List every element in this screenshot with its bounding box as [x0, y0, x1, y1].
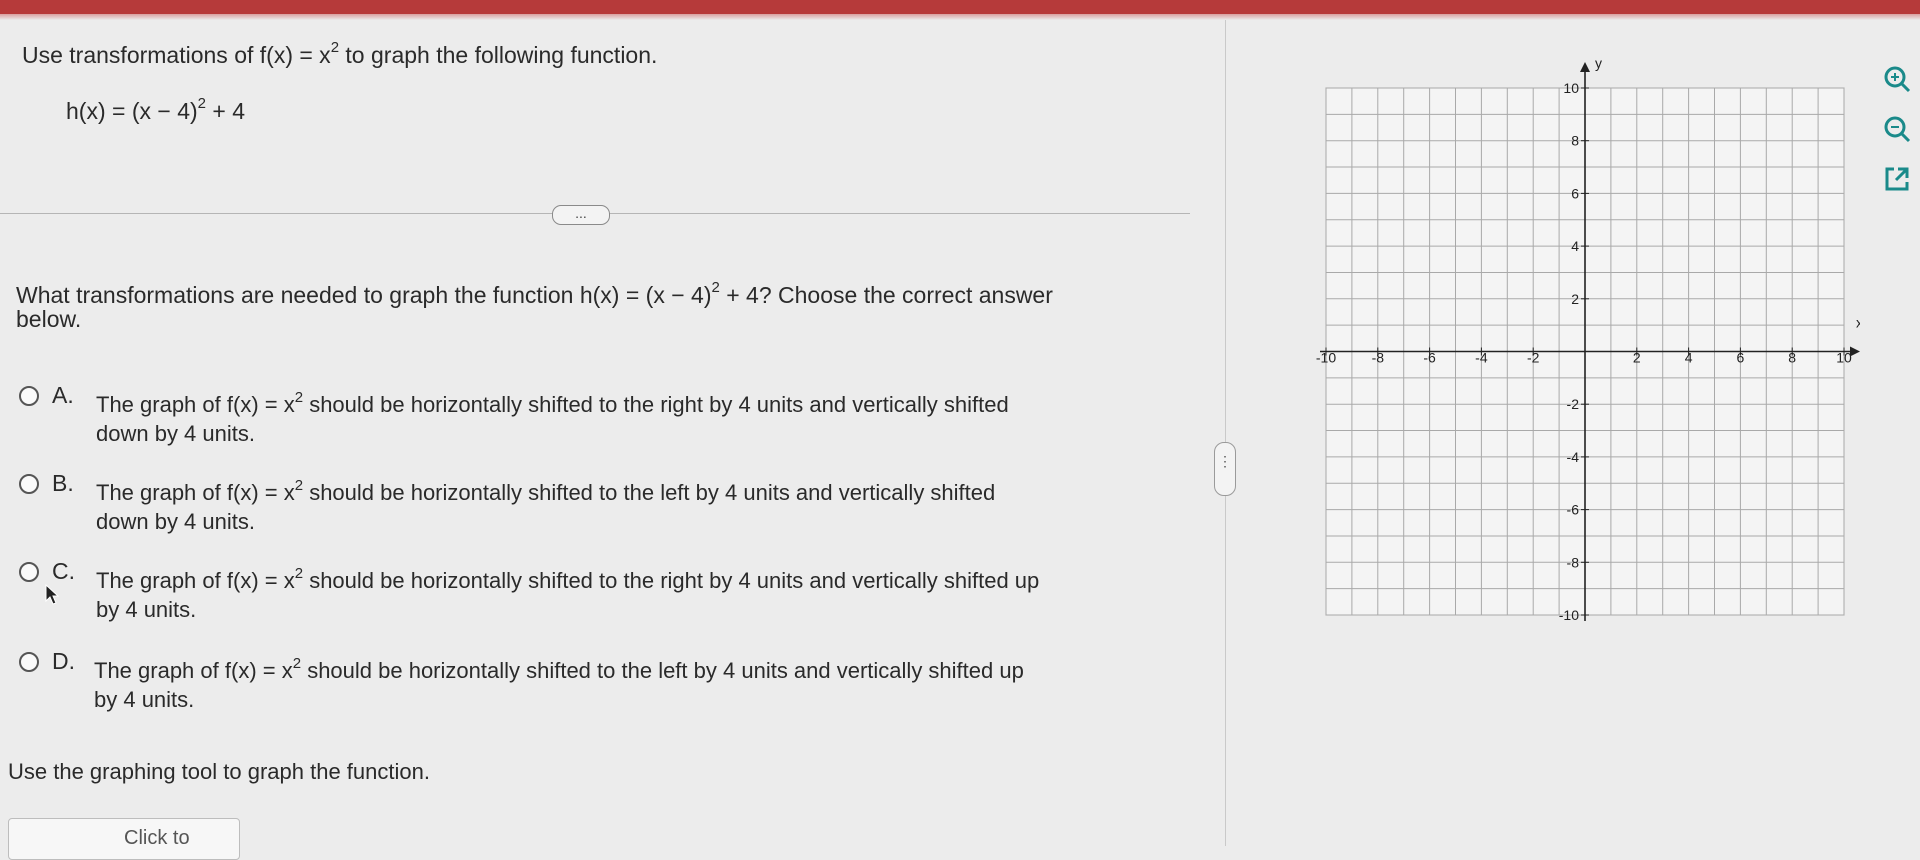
- click-to-graph-label: Click to: [124, 827, 190, 849]
- question-post: Choose the correct answer: [778, 282, 1053, 308]
- x-tick-label: -10: [1316, 350, 1336, 366]
- question-line-1: What transformations are needed to graph…: [16, 279, 1053, 309]
- x-tick-label: 10: [1836, 350, 1852, 366]
- pane-divider: [1225, 20, 1226, 846]
- option-a-function: f(x) = x: [226, 392, 295, 417]
- x-tick-label: -2: [1527, 350, 1540, 366]
- option-a-line-2[interactable]: down by 4 units.: [96, 421, 255, 447]
- top-accent-fade: [0, 14, 1920, 20]
- question-pre: What transformations are needed to graph…: [16, 282, 574, 308]
- option-d-letter: D.: [52, 648, 75, 674]
- option-b-radio[interactable]: [19, 474, 39, 494]
- option-b-exponent: 2: [294, 476, 304, 494]
- x-tick-label: 8: [1788, 350, 1796, 366]
- option-b-letter: B.: [52, 470, 74, 496]
- y-tick-label: -10: [1559, 607, 1579, 623]
- option-b-line-2[interactable]: down by 4 units.: [96, 509, 255, 535]
- intro-function: f(x) = x: [259, 42, 331, 68]
- pane-resize-handle[interactable]: ⋮: [1214, 442, 1236, 496]
- option-c-exponent: 2: [294, 564, 304, 582]
- option-d-exponent: 2: [292, 654, 302, 672]
- click-to-graph-button[interactable]: Click to: [8, 818, 240, 860]
- option-b-line-1[interactable]: The graph of f(x) = x2 should be horizon…: [96, 476, 996, 506]
- y-tick-label: 10: [1563, 80, 1579, 96]
- x-tick-label: -4: [1475, 350, 1488, 366]
- y-tick-label: 8: [1571, 133, 1579, 149]
- target-function-body: h(x) = (x − 4): [66, 98, 198, 124]
- target-function-tail: + 4: [212, 98, 246, 124]
- y-axis-arrow-icon: [1580, 62, 1590, 72]
- intro-text: Use transformations of f(x) = x2 to grap…: [22, 39, 658, 69]
- popout-icon[interactable]: [1880, 162, 1914, 196]
- target-function-exponent: 2: [197, 95, 206, 113]
- y-tick-label: 4: [1571, 238, 1579, 254]
- intro-exponent: 2: [330, 39, 340, 57]
- option-c-line-1[interactable]: The graph of f(x) = x2 should be horizon…: [96, 564, 1040, 594]
- option-a-radio[interactable]: [19, 386, 39, 406]
- option-a-line-1[interactable]: The graph of f(x) = x2 should be horizon…: [96, 388, 1009, 418]
- option-a-exponent: 2: [294, 388, 304, 406]
- y-tick-label: -2: [1567, 396, 1580, 412]
- y-axis-label: y: [1595, 55, 1602, 71]
- question-line-2: below.: [16, 306, 82, 332]
- x-tick-label: -6: [1423, 350, 1436, 366]
- option-c-radio[interactable]: [19, 562, 39, 582]
- zoom-out-icon[interactable]: [1880, 112, 1914, 146]
- question-function-tail: + 4?: [726, 282, 772, 308]
- y-tick-label: -8: [1567, 554, 1580, 570]
- zoom-in-icon[interactable]: [1880, 62, 1914, 96]
- question-function: h(x) = (x − 4): [579, 282, 712, 308]
- y-tick-label: 6: [1571, 185, 1579, 201]
- y-tick-label: -6: [1567, 502, 1580, 518]
- option-d-line-1[interactable]: The graph of f(x) = x2 should be horizon…: [94, 654, 1024, 684]
- option-c-line-2[interactable]: by 4 units.: [96, 597, 196, 623]
- y-tick-label: -4: [1567, 449, 1580, 465]
- x-tick-label: 6: [1737, 350, 1745, 366]
- y-tick-label: 2: [1571, 291, 1579, 307]
- option-b-post: should be horizontally shifted to the le…: [309, 480, 996, 505]
- option-c-pre: The graph of: [96, 568, 221, 593]
- intro-pre: Use transformations of: [22, 42, 254, 68]
- x-tick-label: 2: [1633, 350, 1641, 366]
- option-a-pre: The graph of: [96, 392, 221, 417]
- option-d-function: f(x) = x: [224, 658, 293, 683]
- option-b-pre: The graph of: [96, 480, 221, 505]
- coordinate-graph[interactable]: x y -10 -8 -6 -4 -2 2 4 6 8 10 10 8 6 4 2 -2 -4 -6 -8 -10: [1300, 55, 1863, 625]
- x-tick-label: 4: [1685, 350, 1693, 366]
- mouse-cursor-icon: [45, 583, 60, 605]
- option-a-post: should be horizontally shifted to the ri…: [309, 392, 1009, 417]
- option-c-post: should be horizontally shifted to the ri…: [309, 568, 1040, 593]
- option-a-letter: A.: [52, 382, 74, 408]
- option-d-pre: The graph of: [94, 658, 219, 683]
- option-b-function: f(x) = x: [226, 480, 295, 505]
- option-d-line-2[interactable]: by 4 units.: [94, 687, 194, 713]
- handle-dots-icon: ⋮: [1218, 453, 1232, 469]
- more-button[interactable]: ...: [552, 205, 610, 225]
- graph-canvas[interactable]: x y -10 -8 -6 -4 -2 2 4 6 8 10 10 8 6 4 2 -2 -4 -6 -8 -10: [1300, 55, 1863, 625]
- graph-instruction: Use the graphing tool to graph the funct…: [8, 759, 430, 784]
- question-exponent: 2: [711, 279, 720, 297]
- intro-post: to graph the following function.: [345, 42, 658, 68]
- top-accent-bar: [0, 0, 1920, 14]
- x-tick-label: -8: [1372, 350, 1385, 366]
- x-axis-label: x: [1856, 315, 1860, 331]
- option-d-radio[interactable]: [19, 652, 39, 672]
- option-c-function: f(x) = x: [226, 568, 295, 593]
- option-c-letter: C.: [52, 558, 75, 584]
- option-d-post: should be horizontally shifted to the le…: [307, 658, 1024, 683]
- target-function: h(x) = (x − 4)2 + 4: [66, 95, 246, 125]
